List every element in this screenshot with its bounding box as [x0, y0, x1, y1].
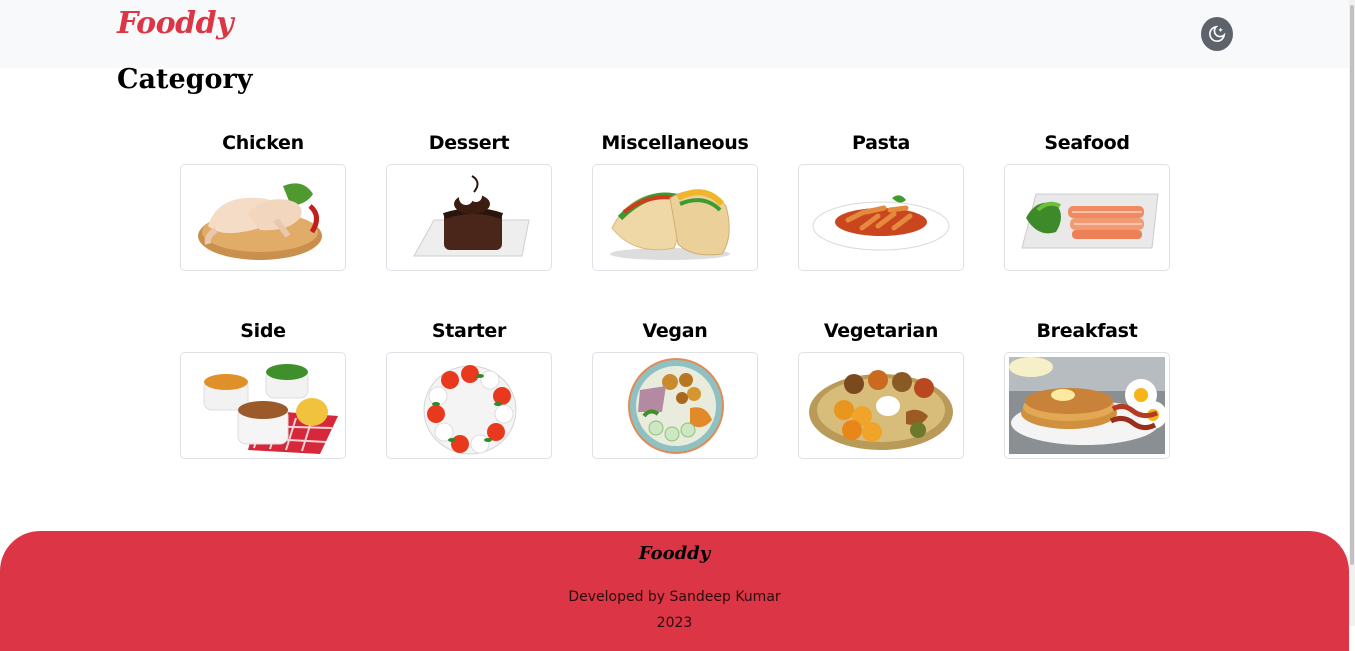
- category-label: Pasta: [852, 132, 910, 154]
- category-image-box[interactable]: [180, 164, 346, 271]
- scrollbar-thumb[interactable]: [1350, 5, 1354, 565]
- category-grid: Chicken Dessert Miscellaneous Pasta Seaf…: [180, 130, 1170, 459]
- footer-brand[interactable]: Fooddy: [0, 543, 1349, 564]
- category-card-seafood[interactable]: Seafood: [1004, 130, 1170, 271]
- category-label: Starter: [431, 320, 507, 342]
- category-card-breakfast[interactable]: Breakfast: [1004, 318, 1170, 459]
- category-label: Side: [240, 320, 286, 342]
- category-label: Breakfast: [1036, 320, 1138, 342]
- category-card-miscellaneous[interactable]: Miscellaneous: [592, 130, 758, 271]
- category-image-box[interactable]: [798, 164, 964, 271]
- category-label: Vegetarian: [823, 320, 939, 342]
- footer: Fooddy Developed by Sandeep Kumar 2023: [0, 531, 1349, 651]
- category-card-dessert[interactable]: Dessert: [386, 130, 552, 271]
- category-label: Seafood: [1044, 132, 1130, 154]
- seafood-image: [1021, 193, 1159, 248]
- category-card-pasta[interactable]: Pasta: [798, 130, 964, 271]
- dessert-image: [413, 174, 530, 256]
- category-image-box[interactable]: [386, 164, 552, 271]
- category-image-box[interactable]: [1004, 164, 1170, 271]
- category-image-box[interactable]: [1004, 352, 1170, 459]
- page-scrollbar[interactable]: [1349, 0, 1355, 626]
- navbar: Fooddy: [0, 0, 1349, 68]
- category-card-chicken[interactable]: Chicken: [180, 130, 346, 271]
- thali-image: [809, 369, 953, 450]
- category-image-box[interactable]: [592, 164, 758, 271]
- moon-stars-icon: [1209, 25, 1226, 42]
- category-card-vegan[interactable]: Vegan: [592, 318, 758, 459]
- tacos-image: [610, 188, 730, 260]
- caprese-image: [423, 364, 517, 454]
- pasta-image: [812, 194, 950, 250]
- category-card-vegetarian[interactable]: Vegetarian: [798, 318, 964, 459]
- brand-logo[interactable]: Fooddy: [117, 6, 234, 41]
- category-image-box[interactable]: [180, 352, 346, 459]
- category-card-starter[interactable]: Starter: [386, 318, 552, 459]
- category-image-box[interactable]: [798, 352, 964, 459]
- vegan-bowl-image: [628, 357, 724, 454]
- page-title: Category: [117, 64, 253, 95]
- category-label: Dessert: [428, 132, 510, 154]
- category-label: Chicken: [222, 132, 304, 154]
- category-label: Vegan: [642, 320, 708, 342]
- chicken-image: [198, 182, 322, 260]
- category-image-box[interactable]: [386, 352, 552, 459]
- category-card-side[interactable]: Side: [180, 318, 346, 459]
- category-label: Miscellaneous: [601, 132, 749, 154]
- side-dishes-image: [203, 363, 338, 454]
- footer-credit: Developed by Sandeep Kumar: [568, 589, 781, 605]
- footer-year: 2023: [656, 615, 693, 631]
- category-image-box[interactable]: [592, 352, 758, 459]
- pancakes-image: [1009, 357, 1165, 454]
- theme-toggle-button[interactable]: [1201, 17, 1233, 51]
